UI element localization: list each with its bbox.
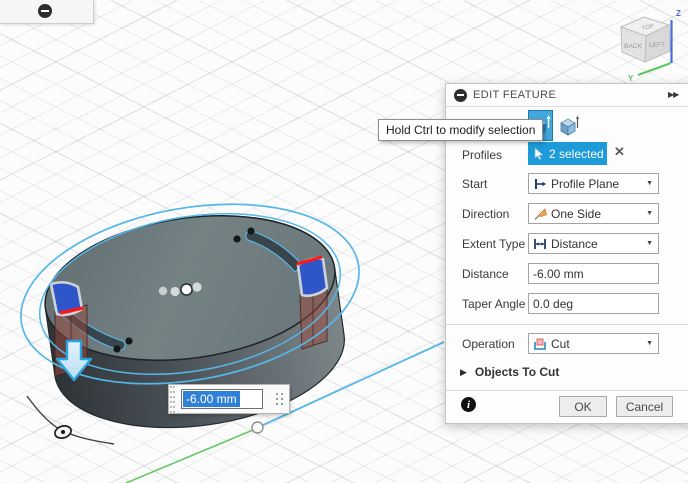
chevron-down-icon: ▼ [646,240,653,247]
info-icon[interactable]: i [461,397,476,412]
distance-input[interactable] [531,264,658,283]
distance-inline-value: -6.00 mm [183,391,240,407]
ok-button[interactable]: OK [559,396,607,417]
drag-handle[interactable] [169,385,177,413]
viewcube-label-left: LEFT [649,42,665,49]
extrude-thin-icon [560,115,579,136]
cut-operation-icon [534,338,546,350]
chevron-down-icon: ▼ [646,210,653,217]
profiles-label: Profiles [462,148,503,162]
collapsed-panel-header[interactable] [0,0,94,24]
profiles-selected-count: 2 selected [549,146,604,161]
taper-angle-field[interactable] [528,293,659,314]
extent-type-dropdown[interactable]: Distance ▼ [528,233,659,254]
taper-angle-input[interactable] [531,294,658,313]
chevron-down-icon: ▼ [646,340,653,347]
axis-line-green [125,429,254,483]
one-side-icon [534,207,547,220]
distance-extent-icon [534,238,546,249]
handle-point[interactable] [251,421,264,434]
extrude-type-thin[interactable] [558,113,582,138]
viewcube[interactable]: TOP BACK LEFT Z Y [619,9,681,83]
objects-to-cut-toggle[interactable]: ▶ Objects To Cut [460,365,559,379]
start-label: Start [462,177,488,191]
viewcube-label-back: BACK [624,43,642,50]
dialog-header[interactable]: EDIT FEATURE [446,84,688,107]
axis-y [637,61,672,77]
cursor-icon [534,147,544,160]
distance-inline-input[interactable]: -6.00 mm [181,389,263,409]
profile-left[interactable] [49,281,84,317]
dialog-title: EDIT FEATURE [473,89,557,101]
cancel-button[interactable]: Cancel [616,396,673,417]
collapse-minus-icon[interactable] [38,4,52,18]
tooltip: Hold Ctrl to modify selection [378,119,544,141]
profile-plane-icon [535,178,546,189]
start-dropdown[interactable]: Profile Plane ▼ [528,173,659,194]
axis-z-label: Z [676,9,681,18]
operation-label: Operation [462,337,515,351]
direction-value: One Side [551,206,602,221]
expand-triangle-icon: ▶ [460,366,467,377]
chevron-down-icon: ▼ [646,180,653,187]
operation-dropdown[interactable]: Cut ▼ [528,333,659,354]
more-options-dots-icon[interactable] [276,392,284,406]
distance-manipulator-box: -6.00 mm [168,384,290,414]
extent-type-label: Extent Type [462,237,526,251]
start-value: Profile Plane [551,176,620,191]
tooltip-text: Hold Ctrl to modify selection [386,123,536,137]
direction-dropdown[interactable]: One Side ▼ [528,203,659,224]
collapse-icon[interactable] [454,88,467,102]
expand-arrows-icon[interactable]: ▶▶ [668,90,679,99]
divider [446,390,688,391]
profiles-selected-button[interactable]: 2 selected [528,142,607,165]
axis-y-label: Y [628,74,634,83]
objects-to-cut-label: Objects To Cut [474,365,560,379]
operation-value: Cut [551,336,570,351]
clear-selection-icon[interactable]: ✕ [614,145,625,158]
extent-type-value: Distance [551,236,598,251]
distance-field[interactable] [528,263,659,284]
distance-label: Distance [462,267,509,281]
taper-angle-label: Taper Angle [462,297,526,311]
divider [446,324,688,325]
profile-right[interactable] [296,255,329,298]
direction-label: Direction [462,207,510,221]
